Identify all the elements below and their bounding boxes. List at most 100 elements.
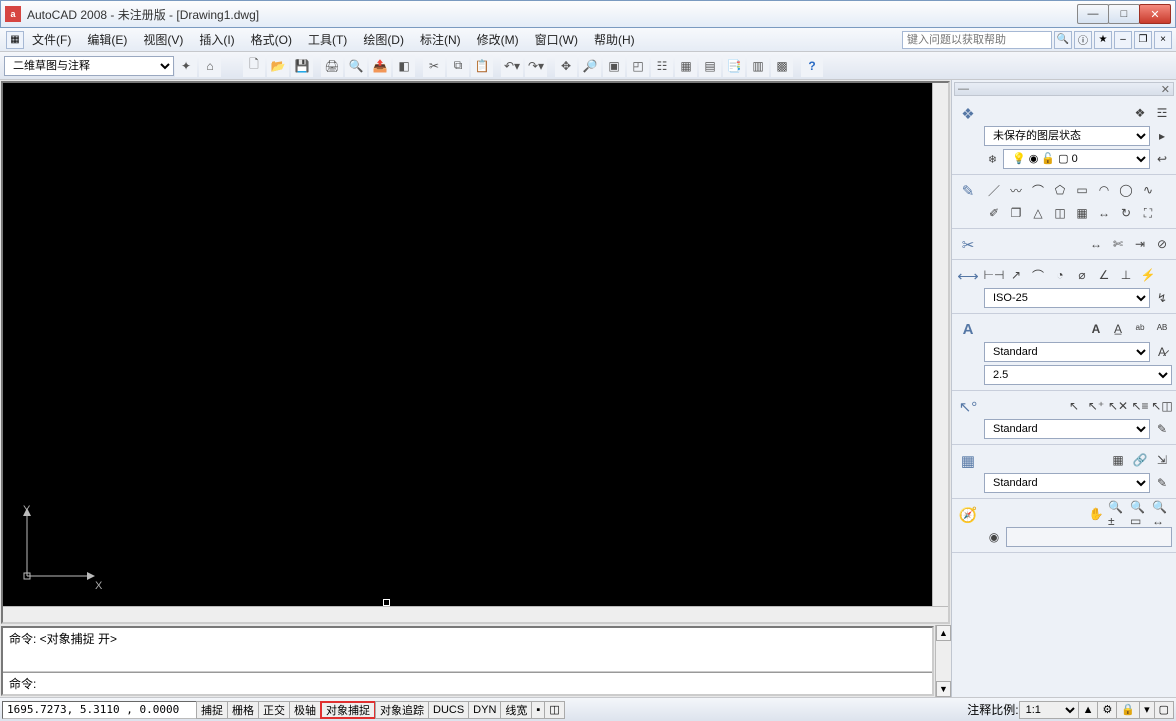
menu-format[interactable]: 格式(O) [243, 29, 300, 50]
scroll-down-icon[interactable]: ▼ [936, 681, 951, 697]
menu-tools[interactable]: 工具(T) [300, 29, 355, 50]
model-toggle[interactable]: ▪ [531, 701, 545, 719]
move-icon[interactable]: ↔ [1094, 203, 1114, 223]
text-style-select[interactable]: Standard [984, 342, 1150, 362]
undo-icon[interactable]: ↶▾ [501, 55, 523, 77]
workspace-select[interactable]: 二维草图与注释 [4, 56, 174, 76]
spline-icon[interactable]: ∿ [1138, 180, 1158, 200]
layer-select[interactable]: 💡 ◉ 🔓 ▢ 0 [1003, 149, 1150, 169]
doc-close-button[interactable]: × [1154, 31, 1172, 49]
menu-edit[interactable]: 编辑(E) [79, 29, 135, 50]
menu-help[interactable]: 帮助(H) [586, 29, 643, 50]
app-menu-icon[interactable]: ▦ [6, 31, 24, 49]
workspace-settings-icon[interactable]: ✦ [175, 55, 197, 77]
polar-toggle[interactable]: 极轴 [289, 701, 321, 719]
qp-toggle[interactable]: ◫ [544, 701, 564, 719]
grid-toggle[interactable]: 栅格 [227, 701, 259, 719]
dimension-tab-icon[interactable]: ⟷ [954, 263, 982, 310]
otrack-toggle[interactable]: 对象追踪 [375, 701, 429, 719]
break-icon[interactable]: ⊘ [1152, 234, 1172, 254]
menu-insert[interactable]: 插入(I) [191, 29, 242, 50]
dim-radius-icon[interactable]: ◔ [1050, 265, 1070, 285]
spell-icon[interactable]: ᵃᵇ [1130, 319, 1150, 339]
stretch-icon[interactable]: ↔ [1086, 234, 1106, 254]
designcenter-icon[interactable]: ▦ [675, 55, 697, 77]
drawing-canvas[interactable]: Y X [3, 83, 932, 606]
command-scrollbar[interactable]: ▲ ▼ [935, 625, 951, 697]
array-icon[interactable]: ▦ [1072, 203, 1092, 223]
anno-auto-icon[interactable]: ⚙ [1097, 701, 1117, 719]
erase-icon[interactable]: ✐ [984, 203, 1004, 223]
menu-file[interactable]: 文件(F) [24, 29, 79, 50]
menu-modify[interactable]: 修改(M) [469, 29, 527, 50]
pline-icon[interactable]: 〰 [1006, 180, 1026, 200]
layer-prev-icon[interactable]: ↩ [1152, 149, 1172, 169]
pan-icon[interactable]: ✥ [555, 55, 577, 77]
menu-window[interactable]: 窗口(W) [527, 29, 586, 50]
copy-obj-icon[interactable]: ❐ [1006, 203, 1026, 223]
markup-icon[interactable]: ▥ [747, 55, 769, 77]
zoom-ext-icon[interactable]: 🔍↔ [1152, 504, 1172, 524]
leader-style-mgr-icon[interactable]: ✎ [1152, 419, 1172, 439]
dim-diameter-icon[interactable]: ⌀ [1072, 265, 1092, 285]
doc-restore-button[interactable]: ❐ [1134, 31, 1152, 49]
publish-icon[interactable]: 📤 [369, 55, 391, 77]
dim-arc-icon[interactable]: ⌒ [1028, 265, 1048, 285]
mirror-icon[interactable]: △ [1028, 203, 1048, 223]
comm-center-icon[interactable]: ⓘ [1074, 31, 1092, 49]
leader-tab-icon[interactable]: ↖° [954, 394, 982, 441]
polygon-icon[interactable]: ⬠ [1050, 180, 1070, 200]
mleader-remove-icon[interactable]: ↖✕ [1108, 396, 1128, 416]
table-tab-icon[interactable]: ▦ [954, 448, 982, 495]
layer-manager-icon[interactable]: ❖ [1130, 103, 1150, 123]
plot-icon[interactable]: ◧ [393, 55, 415, 77]
help-icon[interactable]: ? [801, 55, 823, 77]
layers-tab-icon[interactable]: ❖ [954, 101, 982, 171]
table-link-icon[interactable]: 🔗 [1130, 450, 1150, 470]
rotate-icon[interactable]: ↻ [1116, 203, 1136, 223]
table-style-mgr-icon[interactable]: ✎ [1152, 473, 1172, 493]
ortho-toggle[interactable]: 正交 [258, 701, 290, 719]
text-height-select[interactable]: 2.5 [984, 365, 1172, 385]
zoom-icon[interactable]: 🔎 [579, 55, 601, 77]
coords-readout[interactable]: 1695.7273, 5.3110 , 0.0000 [2, 701, 197, 719]
modify-tab-icon[interactable]: ✂ [954, 232, 982, 256]
home-icon[interactable]: ⌂ [199, 55, 221, 77]
dim-style-select[interactable]: ISO-25 [984, 288, 1150, 308]
print-icon[interactable]: 🖨 [321, 55, 343, 77]
view-select[interactable] [1006, 527, 1172, 547]
scroll-up-icon[interactable]: ▲ [936, 625, 951, 641]
line-icon[interactable]: ／ [984, 180, 1004, 200]
statbar-menu-icon[interactable]: ▾ [1139, 701, 1155, 719]
zoom-prev-icon[interactable]: ◰ [627, 55, 649, 77]
arc-icon[interactable]: ⌒ [1028, 180, 1048, 200]
zoom-rt-icon[interactable]: 🔍± [1108, 504, 1128, 524]
close-button[interactable]: ✕ [1139, 4, 1171, 24]
trim-icon[interactable]: ✄ [1108, 234, 1128, 254]
layer-state-select[interactable]: 未保存的图层状态 [984, 126, 1150, 146]
layer-states-icon[interactable]: ☲ [1152, 103, 1172, 123]
dim-aligned-icon[interactable]: ↗ [1006, 265, 1026, 285]
copy-icon[interactable]: ⧉ [447, 55, 469, 77]
table-create-icon[interactable]: ▦ [1108, 450, 1128, 470]
pan-rt-icon[interactable]: ✋ [1086, 504, 1106, 524]
dyn-toggle[interactable]: DYN [468, 701, 501, 719]
dim-quick-icon[interactable]: ⚡ [1138, 265, 1158, 285]
doc-minimize-button[interactable]: – [1114, 31, 1132, 49]
favorites-icon[interactable]: ★ [1094, 31, 1112, 49]
anno-vis-icon[interactable]: ▲ [1078, 701, 1099, 719]
extend-icon[interactable]: ⇥ [1130, 234, 1150, 254]
help-search-input[interactable] [902, 31, 1052, 49]
properties-icon[interactable]: ☷ [651, 55, 673, 77]
dim-style-manager-icon[interactable]: ↯ [1152, 288, 1172, 308]
mtext-icon[interactable]: A [1086, 319, 1106, 339]
search-icon[interactable]: 🔍 [1054, 31, 1072, 49]
circle-icon[interactable]: ◯ [1116, 180, 1136, 200]
menu-dimension[interactable]: 标注(N) [412, 29, 469, 50]
calc-icon[interactable]: ▩ [771, 55, 793, 77]
table-extract-icon[interactable]: ⇲ [1152, 450, 1172, 470]
offset-icon[interactable]: ◫ [1050, 203, 1070, 223]
lwt-toggle[interactable]: 线宽 [500, 701, 532, 719]
text-style-mgr-icon[interactable]: A̷ [1152, 342, 1172, 362]
preview-icon[interactable]: 🔍 [345, 55, 367, 77]
